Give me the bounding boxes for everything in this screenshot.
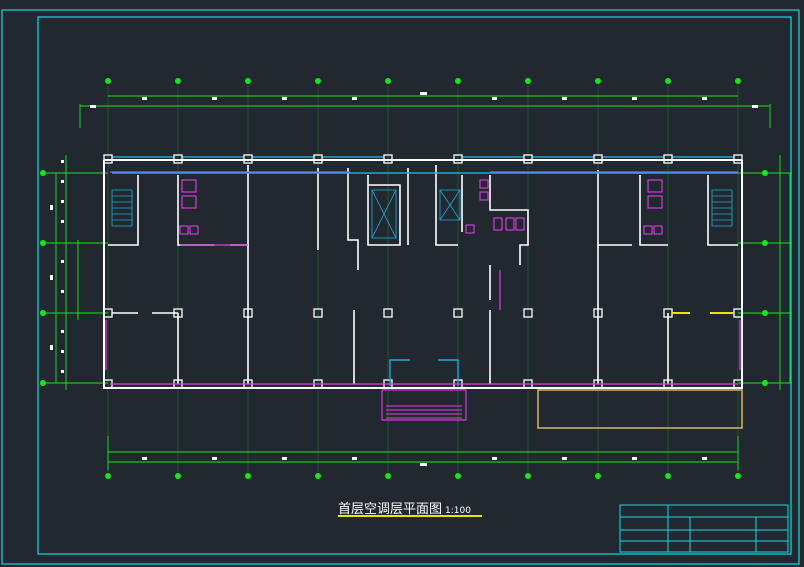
outer-frame [1,9,800,565]
stairs [111,189,733,239]
hvac-pipes [105,171,741,385]
columns [103,154,743,389]
bottom-axis-markers [105,473,741,479]
left-axis-markers [40,170,46,386]
interior-walls [108,165,738,384]
inner-frame [37,16,792,555]
ducts [112,172,738,386]
right-dimensions [738,155,792,390]
left-dimension-ticks [50,160,64,373]
exterior-walls [103,159,743,389]
top-axis-markers [105,78,741,84]
left-dimensions [42,155,108,390]
floor-plan-drawing [1,9,800,565]
right-axis-markers [762,170,768,386]
title-underline [338,515,482,517]
toilet-fixtures [179,179,663,235]
bottom-dimension-ticks [142,457,707,466]
top-dimensions [79,95,771,128]
entrance-steps [381,389,467,421]
terrace [537,389,743,429]
title-block [619,504,789,553]
